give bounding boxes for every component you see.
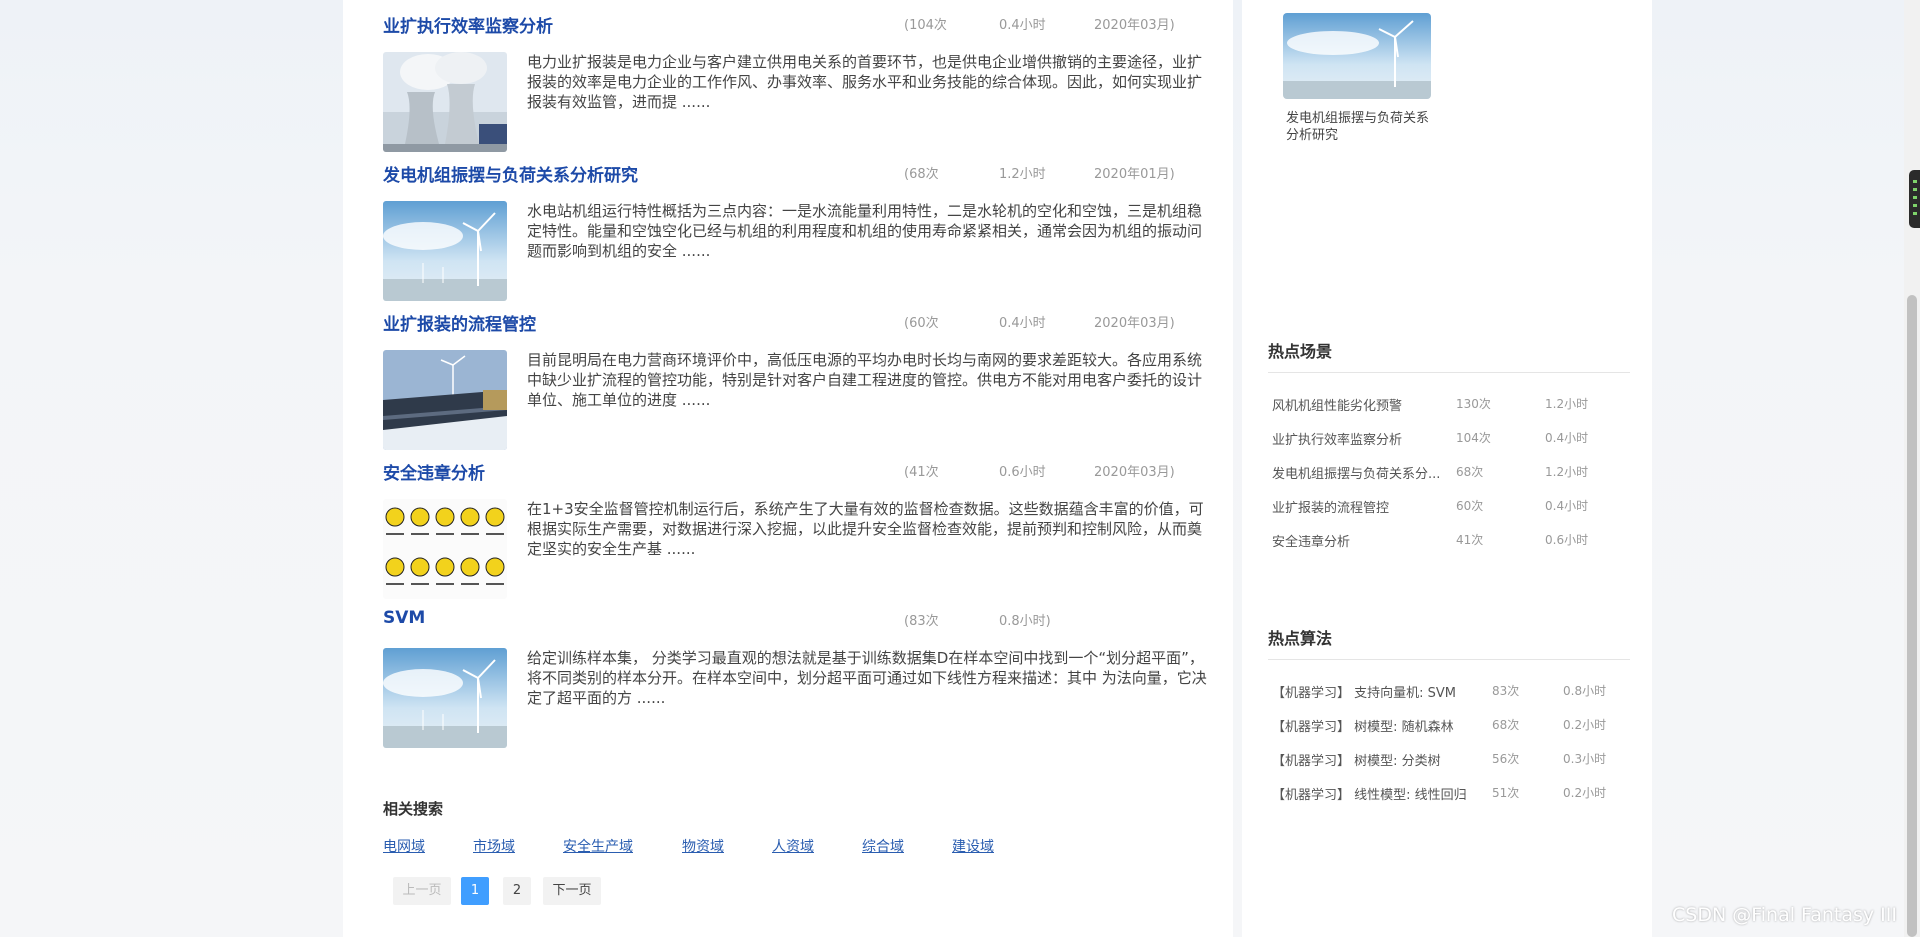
- publish-date: 2020年01月): [1094, 167, 1175, 182]
- scene-count: 68次: [1456, 465, 1484, 479]
- hot-algorithm-row[interactable]: 【机器学习】 树模型: 随机森林 68次 0.2小时: [1272, 716, 1632, 736]
- scene-hours: 1.2小时: [1545, 465, 1589, 479]
- article-summary: 电力业扩报装是电力企业与客户建立供用电关系的首要环节，也是供电企业增供撤销的主要…: [527, 53, 1203, 111]
- view-count: (83次: [904, 614, 939, 629]
- view-count: (41次: [904, 465, 939, 480]
- wind-turbine-image[interactable]: [1283, 13, 1431, 99]
- hot-algorithm-row[interactable]: 【机器学习】 树模型: 分类树 56次 0.3小时: [1272, 750, 1632, 770]
- hot-scene-row[interactable]: 业扩执行效率监察分析 104次 0.4小时: [1272, 429, 1632, 449]
- solar-panel-image[interactable]: [383, 350, 507, 450]
- article-title[interactable]: SVM: [383, 608, 425, 628]
- algorithm-name: 【机器学习】 树模型: 分类树: [1272, 754, 1441, 769]
- article-summary: 水电站机组运行特性概括为三点内容：一是水流能量利用特性，二是水轮机的空化和空蚀，…: [527, 202, 1203, 260]
- algorithm-count: 68次: [1492, 718, 1520, 732]
- hot-algorithms-title: 热点算法: [1268, 629, 1333, 648]
- hot-scene-row[interactable]: 业扩报装的流程管控 60次 0.4小时: [1272, 497, 1632, 517]
- article-title[interactable]: 发电机组振摆与负荷关系分析研究: [383, 161, 638, 186]
- article-title[interactable]: 安全违章分析: [383, 459, 485, 484]
- view-count: (68次: [904, 167, 939, 182]
- related-link[interactable]: 人资域: [772, 836, 814, 856]
- article-summary: 在1+3安全监督管控机制运行后，系统产生了大量有效的监督检查数据。这些数据蕴含丰…: [527, 500, 1204, 558]
- scene-name: 业扩执行效率监察分析: [1272, 433, 1403, 448]
- divider: [1268, 659, 1630, 660]
- divider: [1268, 372, 1630, 373]
- scene-hours: 0.4小时: [1545, 499, 1589, 513]
- hot-scene-row[interactable]: 发电机组振摆与负荷关系分... 68次 1.2小时: [1272, 463, 1632, 483]
- algorithm-hours: 0.2小时: [1563, 786, 1607, 800]
- article-title[interactable]: 业扩执行效率监察分析: [383, 12, 553, 37]
- hot-algorithm-row[interactable]: 【机器学习】 支持向量机: SVM 83次 0.8小时: [1272, 682, 1632, 702]
- next-page-button[interactable]: 下一页: [543, 877, 601, 905]
- publish-date: 2020年03月): [1094, 465, 1175, 480]
- sidebar-panel: 发电机组振摆与负荷关系分析研究 热点场景 风机机组性能劣化预警 130次 1.2…: [1242, 0, 1652, 937]
- page-button-1[interactable]: 1: [461, 877, 489, 905]
- duration: 1.2小时: [999, 167, 1046, 182]
- featured-caption[interactable]: 发电机组振摆与负荷关系分析研究: [1286, 110, 1436, 144]
- scene-count: 130次: [1456, 397, 1491, 411]
- algorithm-hours: 0.2小时: [1563, 718, 1607, 732]
- scrollbar-thumb[interactable]: [1907, 295, 1917, 937]
- prev-page-button[interactable]: 上一页: [393, 877, 451, 905]
- publish-date: 2020年03月): [1094, 18, 1175, 33]
- page-button-2[interactable]: 2: [503, 877, 531, 905]
- scene-name: 安全违章分析: [1272, 535, 1351, 550]
- article-title[interactable]: 业扩报装的流程管控: [383, 310, 536, 335]
- wind-turbine-image[interactable]: [383, 648, 507, 748]
- hot-scene-row[interactable]: 安全违章分析 41次 0.6小时: [1272, 531, 1632, 551]
- scene-count: 41次: [1456, 533, 1484, 547]
- algorithm-count: 56次: [1492, 752, 1520, 766]
- algorithm-hours: 0.8小时: [1563, 684, 1607, 698]
- duration: 0.8小时): [999, 614, 1051, 629]
- scene-name: 风机机组性能劣化预警: [1272, 399, 1403, 414]
- duration: 0.4小时: [999, 316, 1046, 331]
- algorithm-name: 【机器学习】 支持向量机: SVM: [1272, 686, 1457, 701]
- algorithm-hours: 0.3小时: [1563, 752, 1607, 766]
- view-count: (60次: [904, 316, 939, 331]
- related-link[interactable]: 市场域: [473, 836, 515, 856]
- scene-hours: 0.6小时: [1545, 533, 1589, 547]
- related-link[interactable]: 综合域: [862, 836, 904, 856]
- safety-signs-image[interactable]: [383, 499, 507, 599]
- publish-date: 2020年03月): [1094, 316, 1175, 331]
- related-link[interactable]: 安全生产域: [563, 836, 633, 856]
- hot-scenes-title: 热点场景: [1268, 342, 1333, 361]
- view-count: (104次: [904, 18, 947, 33]
- related-link[interactable]: 电网域: [383, 836, 425, 856]
- scene-count: 104次: [1456, 431, 1491, 445]
- scene-hours: 0.4小时: [1545, 431, 1589, 445]
- article-summary: 目前昆明局在电力营商环境评价中，高低压电源的平均办电时长均与南网的要求差距较大。…: [527, 351, 1203, 409]
- article-summary: 给定训练样本集， 分类学习最直观的想法就是基于训练数据集D在样本空间中找到一个“…: [527, 649, 1207, 707]
- wind-turbine-image[interactable]: [383, 201, 507, 301]
- article-list-panel: 业扩执行效率监察分析 (104次 0.4小时 2020年03月) 电力业扩报装是…: [343, 0, 1233, 937]
- related-search-title: 相关搜索: [383, 800, 444, 818]
- scene-name: 发电机组振摆与负荷关系分...: [1272, 467, 1441, 482]
- algorithm-count: 83次: [1492, 684, 1520, 698]
- algorithm-name: 【机器学习】 树模型: 随机森林: [1272, 720, 1454, 735]
- related-link[interactable]: 建设域: [952, 836, 994, 856]
- scene-name: 业扩报装的流程管控: [1272, 501, 1390, 516]
- duration: 0.4小时: [999, 18, 1046, 33]
- duration: 0.6小时: [999, 465, 1046, 480]
- algorithm-name: 【机器学习】 线性模型: 线性回归: [1272, 788, 1467, 803]
- side-widget-icon[interactable]: [1909, 170, 1920, 228]
- hot-scene-row[interactable]: 风机机组性能劣化预警 130次 1.2小时: [1272, 395, 1632, 415]
- related-link[interactable]: 物资域: [682, 836, 724, 856]
- cooling-tower-image[interactable]: [383, 52, 507, 152]
- algorithm-count: 51次: [1492, 786, 1520, 800]
- scene-hours: 1.2小时: [1545, 397, 1589, 411]
- scene-count: 60次: [1456, 499, 1484, 513]
- hot-algorithm-row[interactable]: 【机器学习】 线性模型: 线性回归 51次 0.2小时: [1272, 784, 1632, 804]
- watermark: CSDN @Final Fantasy III: [1672, 904, 1897, 926]
